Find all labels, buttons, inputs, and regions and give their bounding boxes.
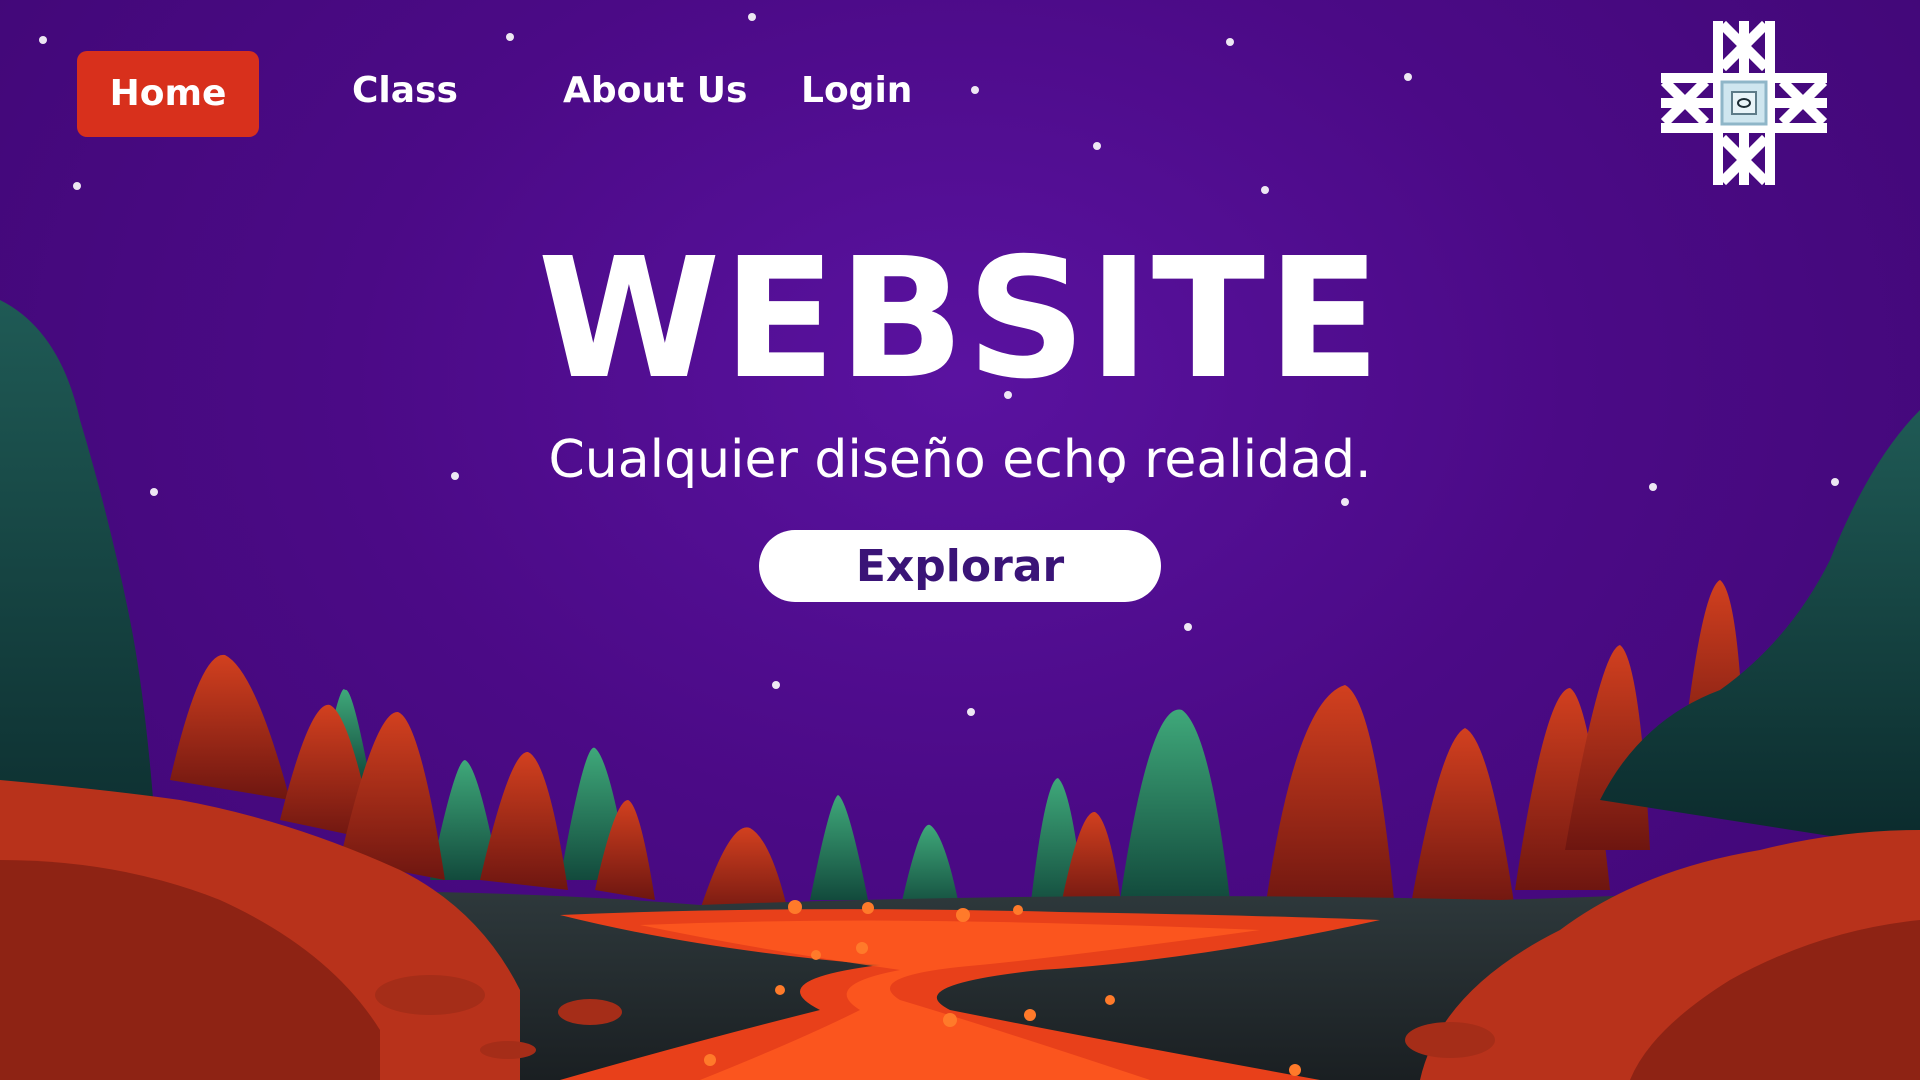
hero-subtitle: Cualquier diseño echo realidad. — [548, 430, 1372, 490]
nav-class-link[interactable]: Class — [352, 73, 458, 109]
explore-button-label: Explorar — [855, 540, 1065, 592]
landing-page: Home Class About Us Login WEBSITE Cualqu… — [0, 0, 1920, 1080]
nav-home-label: Home — [109, 73, 227, 114]
nav-about-link[interactable]: About Us — [563, 73, 747, 109]
nav-login-link[interactable]: Login — [801, 73, 912, 109]
snowflake-chip-logo-icon[interactable] — [1656, 18, 1832, 188]
hero-title: WEBSITE — [537, 223, 1383, 416]
explore-button[interactable]: Explorar — [759, 530, 1161, 602]
nav-home-button[interactable]: Home — [77, 51, 259, 137]
